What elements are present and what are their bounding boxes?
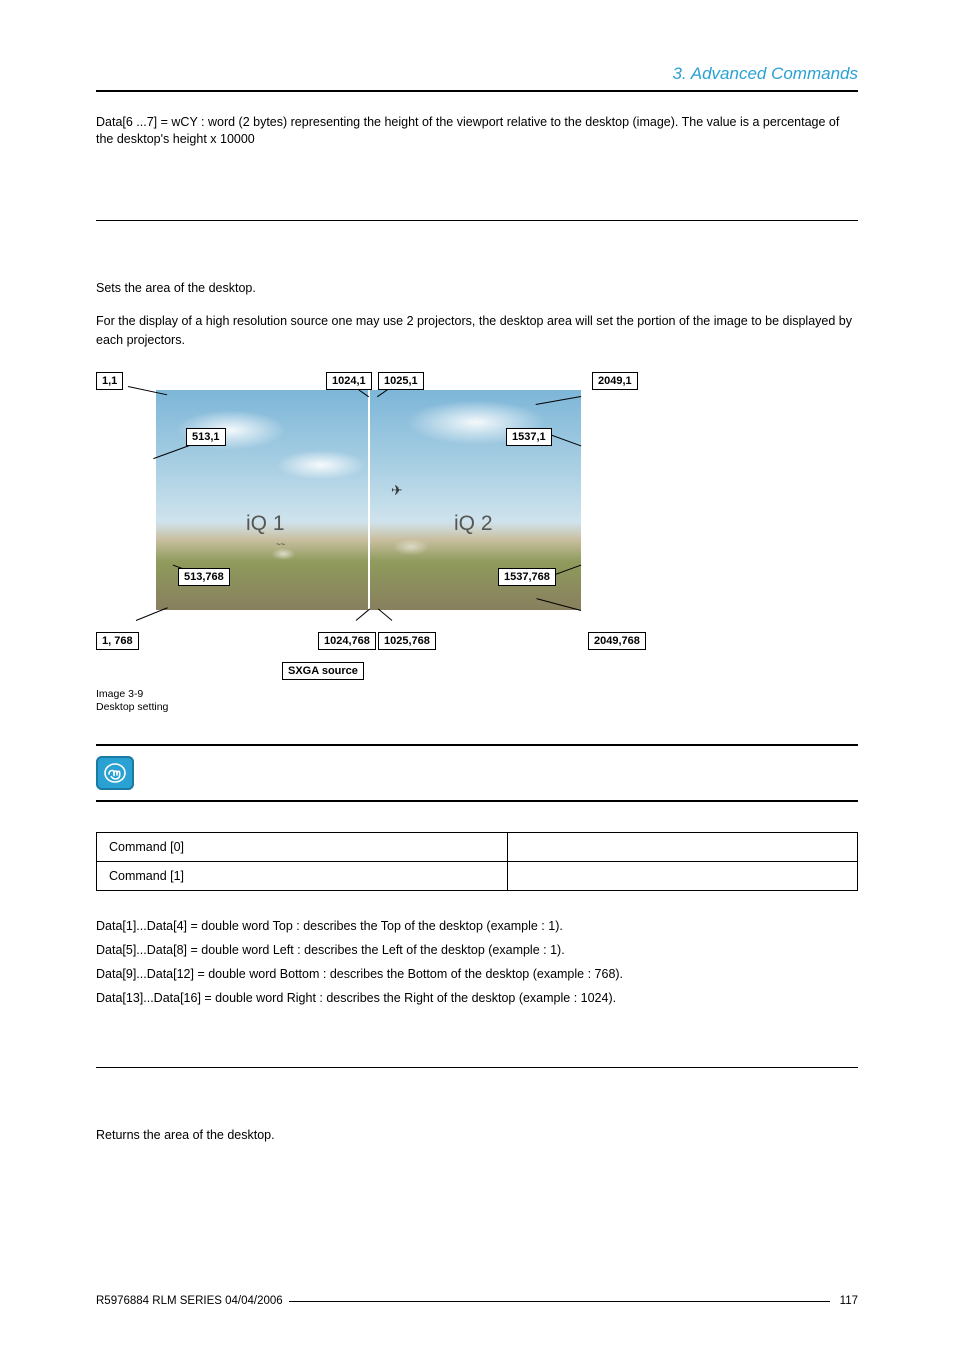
footer-page: 117 <box>840 1295 858 1307</box>
coord-tr: 2049,1 <box>592 372 638 390</box>
coord-bm-r: 1025,768 <box>378 632 436 650</box>
coord-source: SXGA source <box>282 662 364 680</box>
coord-ml: 513,1 <box>186 428 226 446</box>
data-line-4: Data[13]...Data[16] = double word Right … <box>96 991 858 1005</box>
table-row: Command [0] <box>97 832 858 861</box>
section1-line2: For the display of a high resolution sou… <box>96 312 858 350</box>
coord-tm-l: 1024,1 <box>326 372 372 390</box>
intro-paragraph: Data[6 ...7] = wCY : word (2 bytes) repr… <box>96 114 858 148</box>
coord-bm-l: 1024,768 <box>318 632 376 650</box>
coord-mr: 1537,1 <box>506 428 552 446</box>
table-row: Command [1] <box>97 861 858 890</box>
data-lines: Data[1]...Data[4] = double word Top : de… <box>96 919 858 1005</box>
section1-line1: Sets the area of the desktop. <box>96 279 858 298</box>
header-rule <box>96 90 858 92</box>
coord-tm-r: 1025,1 <box>378 372 424 390</box>
pointer-icon <box>96 756 134 790</box>
chapter-title: 3. Advanced Commands <box>96 64 858 90</box>
coord-bl: 1, 768 <box>96 632 139 650</box>
note-block <box>96 744 858 802</box>
figure-desktop-setting: ✈ ~~ iQ 1 iQ 2 1,1 1024,1 1025,1 2049,1 <box>96 372 646 714</box>
cmd1-label: Command [1] <box>97 861 508 890</box>
figure-divider <box>368 390 370 610</box>
cmd0-value <box>507 832 857 861</box>
cmd1-value <box>507 861 857 890</box>
section2-line1: Returns the area of the desktop. <box>96 1126 858 1145</box>
label-iq1: iQ 1 <box>246 512 285 536</box>
data-line-3: Data[9]...Data[12] = double word Bottom … <box>96 967 858 981</box>
cmd0-label: Command [0] <box>97 832 508 861</box>
data-line-1: Data[1]...Data[4] = double word Top : de… <box>96 919 858 933</box>
data-line-2: Data[5]...Data[8] = double word Left : d… <box>96 943 858 957</box>
figure-caption-a: Image 3-9 <box>96 688 646 701</box>
footer-left: R5976884 RLM SERIES 04/04/2006 <box>96 1295 283 1307</box>
coord-br: 2049,768 <box>588 632 646 650</box>
command-table: Command [0] Command [1] <box>96 832 858 891</box>
page-footer: R5976884 RLM SERIES 04/04/2006 117 <box>96 1295 858 1307</box>
footer-rule <box>289 1301 830 1302</box>
coord-tl: 1,1 <box>96 372 123 390</box>
coord-mrb: 1537,768 <box>498 568 556 586</box>
label-iq2: iQ 2 <box>454 512 493 536</box>
coord-mlb: 513,768 <box>178 568 230 586</box>
figure-caption-b: Desktop setting <box>96 701 646 714</box>
